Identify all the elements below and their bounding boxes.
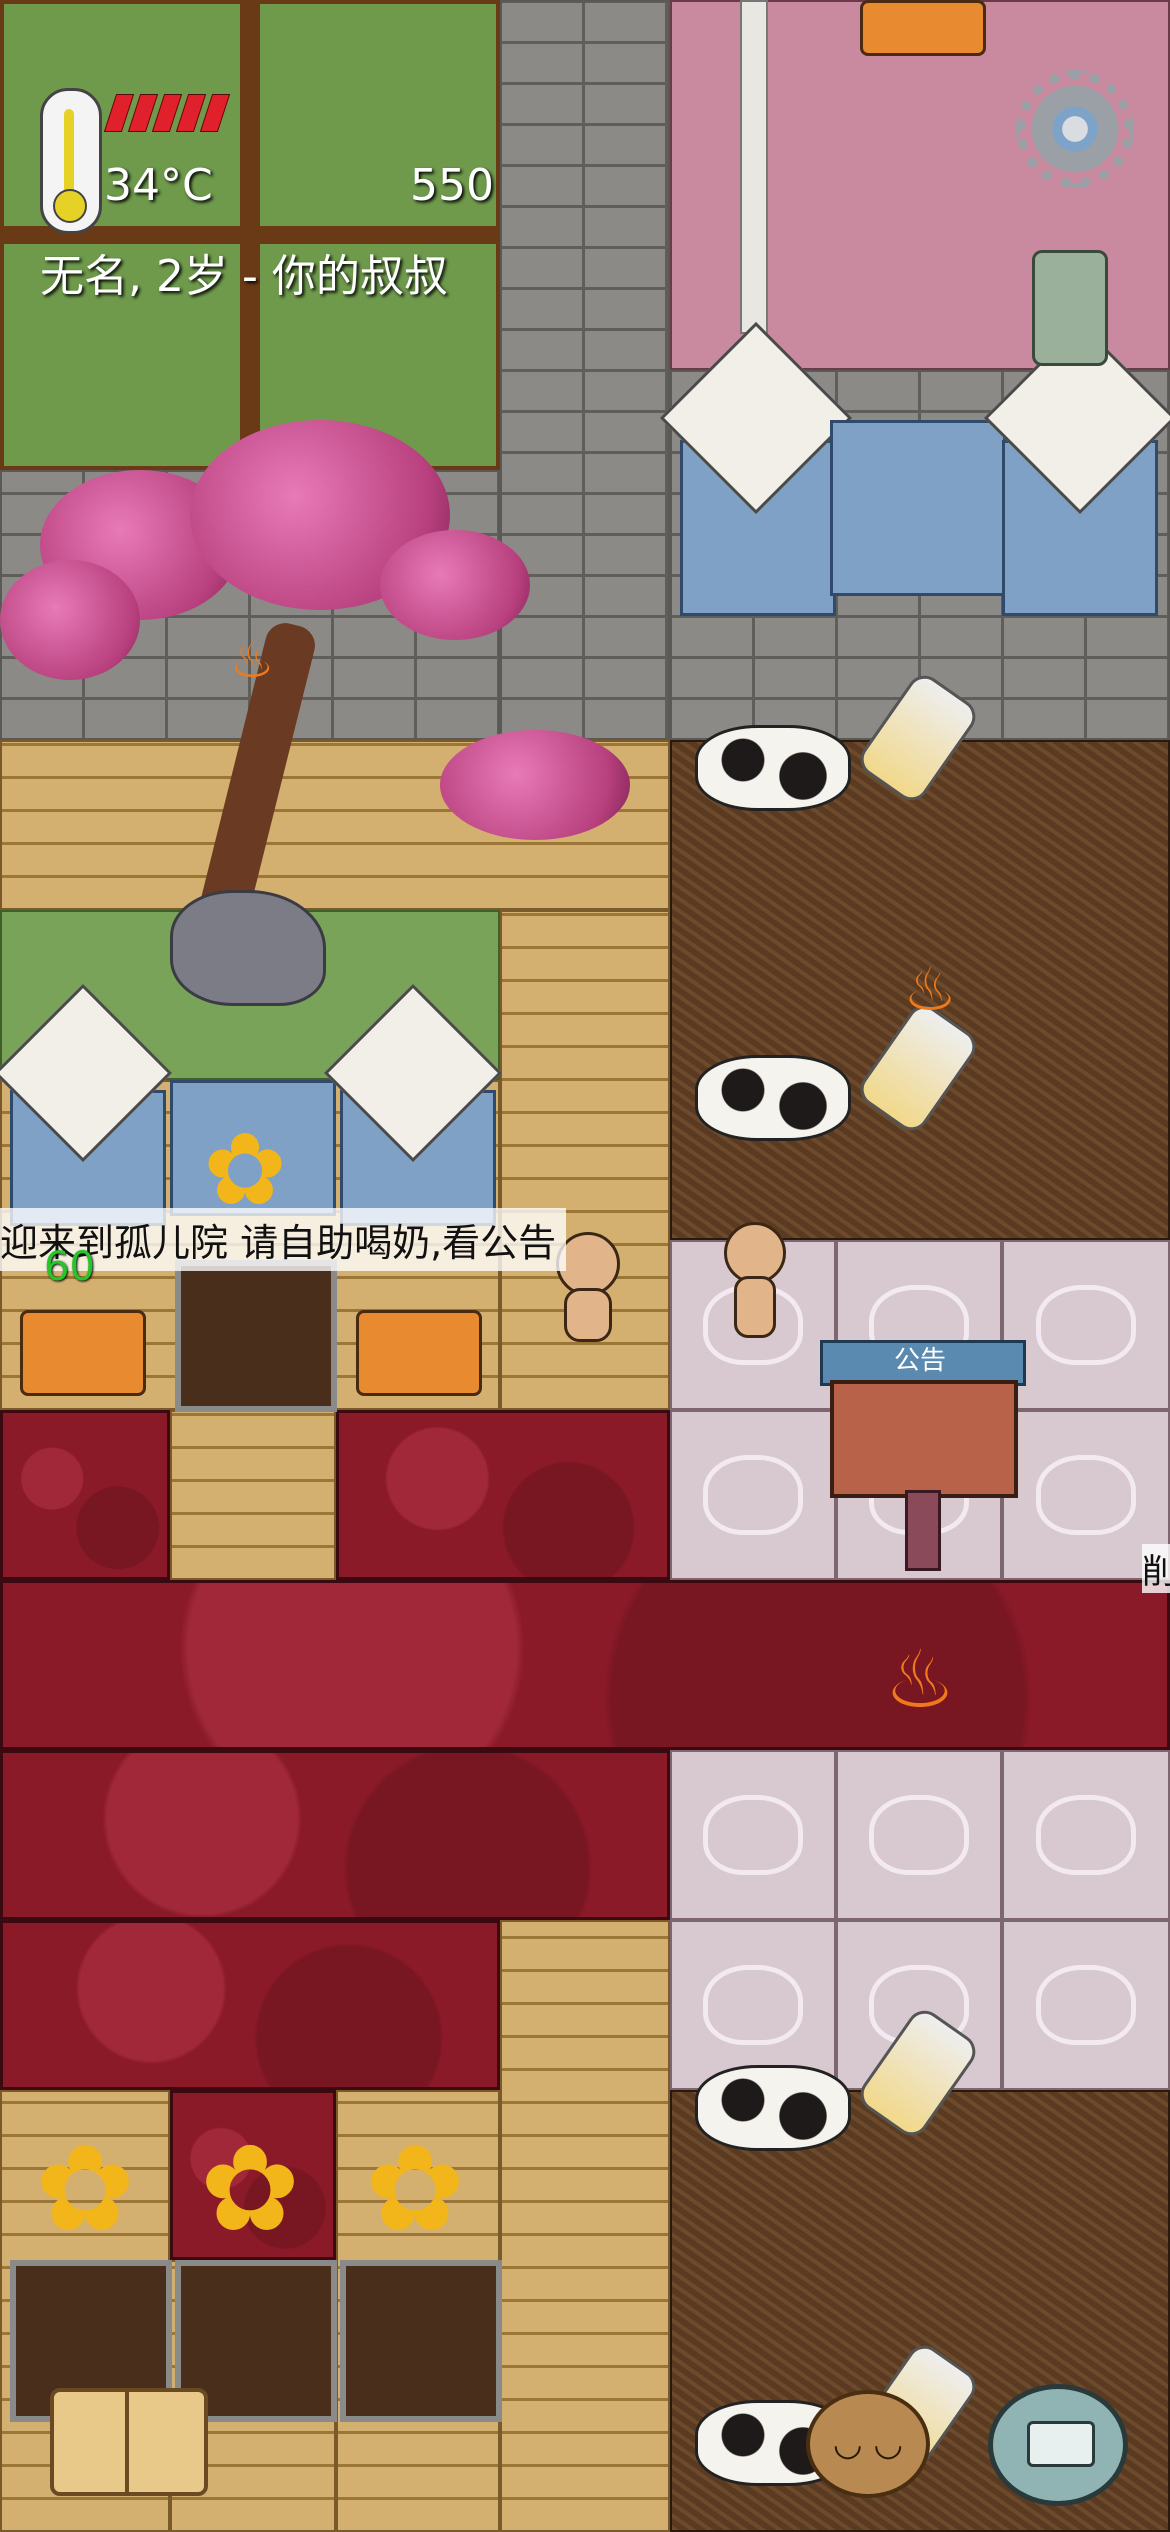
orange-crate[interactable] [20, 1310, 146, 1396]
blue-cube-wall [830, 420, 1006, 596]
bulletin-board[interactable] [830, 1380, 1018, 1498]
thermometer-level [64, 109, 74, 201]
keyboard-icon [1027, 2421, 1095, 2467]
orange-crate[interactable] [860, 0, 986, 56]
campfire[interactable]: ♨ [222, 635, 282, 685]
npc-uncle-body [734, 1276, 776, 1338]
sunflower[interactable]: ✿ [10, 2130, 160, 2250]
sunflower[interactable]: ✿ [175, 2130, 325, 2250]
speech-number: 60 [44, 1244, 95, 1290]
sunflower[interactable]: ✿ [340, 2130, 490, 2250]
rock [170, 890, 326, 1006]
thermometer-icon [40, 88, 102, 234]
bear-rug-tile [670, 1410, 836, 1580]
red-rug-tile [336, 1410, 670, 1580]
orange-crate[interactable] [356, 1310, 482, 1396]
npc-uncle[interactable] [724, 1222, 786, 1284]
gear-icon[interactable] [1016, 70, 1134, 188]
keyboard-chat-icon[interactable] [988, 2384, 1128, 2506]
cow[interactable] [695, 725, 851, 811]
red-rug-tile [0, 1920, 500, 2090]
sunflower[interactable]: ✿ [180, 1120, 310, 1220]
blossom-canopy [0, 560, 140, 680]
bear-rug-tile [1002, 1240, 1170, 1410]
edge-label: 削 [1142, 1544, 1170, 1593]
plank-floor-tile [170, 1410, 336, 1580]
bulletin-board-sign: 公告 [893, 1346, 946, 1376]
cow[interactable] [695, 2065, 851, 2151]
pipe [740, 0, 768, 334]
player-status: 无名, 2岁 - 你的叔叔 [40, 251, 448, 302]
planter-box[interactable] [340, 2260, 502, 2422]
temperature-readout: 34°C [104, 160, 213, 211]
campfire[interactable]: ♨ [900, 960, 960, 1020]
bear-rug-tile [1002, 1920, 1170, 2090]
tech-tree-icon[interactable] [1032, 250, 1108, 366]
bulletin-board-post [905, 1490, 941, 1571]
player-baby-body [564, 1288, 612, 1342]
score-readout: 550 [410, 160, 494, 211]
stone-wall-tile [500, 0, 670, 740]
planter-box[interactable] [175, 1260, 337, 1412]
food-meter [103, 94, 231, 132]
plank-floor-tile [500, 1920, 670, 2532]
cow[interactable] [695, 1055, 851, 1141]
potato-face: ◡ ◡ [832, 2424, 904, 2464]
red-rug-tile [0, 1410, 170, 1580]
bear-rug-tile [670, 1750, 836, 1920]
campfire[interactable]: ♨ [880, 1640, 960, 1720]
book-icon[interactable] [50, 2388, 208, 2496]
red-rug-tile [0, 1750, 670, 1920]
blossom-canopy [380, 530, 530, 640]
bear-rug-tile [1002, 1750, 1170, 1920]
potato-face-icon[interactable]: ◡ ◡ [806, 2390, 930, 2498]
garden-lattice-tile [0, 0, 500, 470]
book-spine [125, 2392, 129, 2492]
blossom-canopy [440, 730, 630, 840]
bear-rug-tile [836, 1750, 1002, 1920]
red-rug-tile [0, 1580, 1170, 1750]
thermometer-bulb [53, 189, 87, 223]
